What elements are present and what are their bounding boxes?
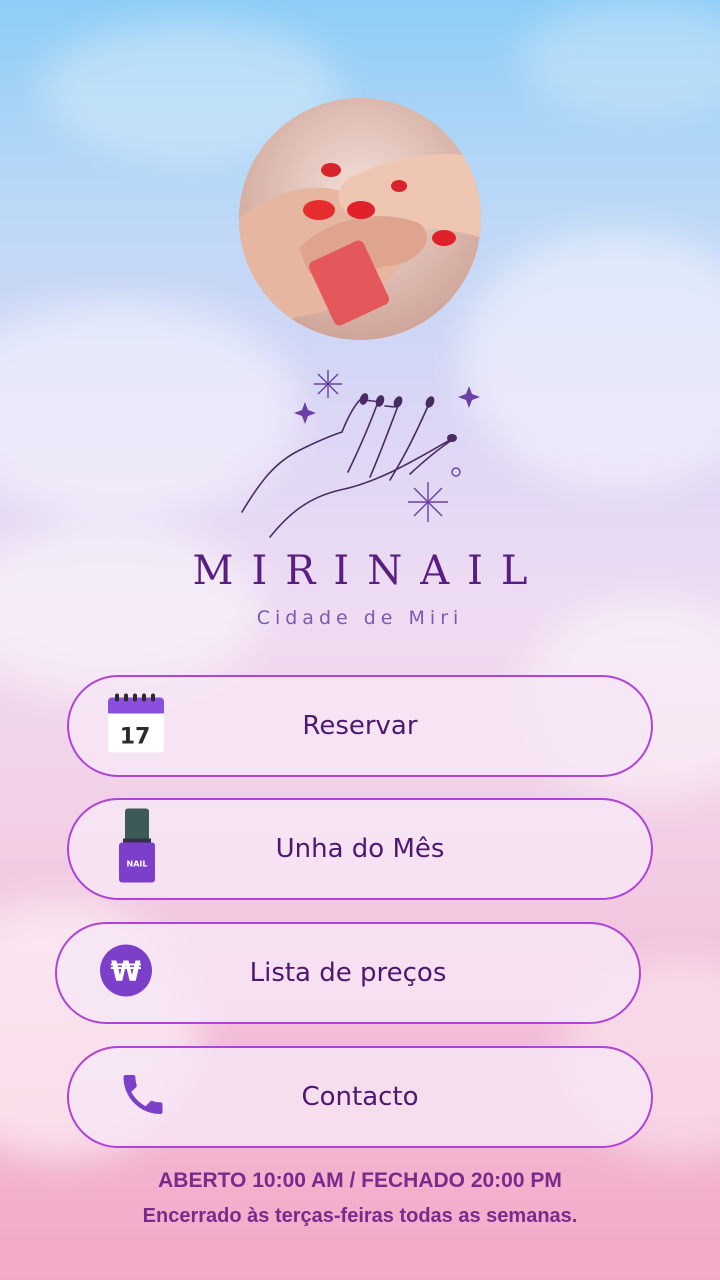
reserve-button[interactable]: 17 Reservar (67, 675, 653, 777)
nail-of-month-label: Unha do Mês (275, 834, 445, 864)
salon-photo (239, 98, 481, 340)
nail-of-month-button[interactable]: NAIL Unha do Mês (67, 798, 653, 900)
opening-hours: ABERTO 10:00 AM / FECHADO 20:00 PM Encer… (100, 1166, 620, 1232)
brand-subtitle: Cidade de Miri (256, 607, 464, 629)
brand-name: MIRINAIL (192, 548, 546, 594)
contact-label: Contacto (301, 1082, 419, 1112)
reserve-label: Reservar (302, 711, 418, 741)
closed-day-note: Encerrado às terças-feiras todas as sema… (142, 1205, 578, 1227)
price-list-label: Lista de preços (249, 958, 447, 988)
contact-button[interactable]: Contacto (67, 1046, 653, 1148)
opening-hours-text: ABERTO 10:00 AM / FECHADO 20:00 PM (158, 1169, 562, 1192)
price-list-button[interactable]: ₩ Lista de preços (55, 922, 641, 1024)
hand-logo-icon (241, 370, 480, 538)
